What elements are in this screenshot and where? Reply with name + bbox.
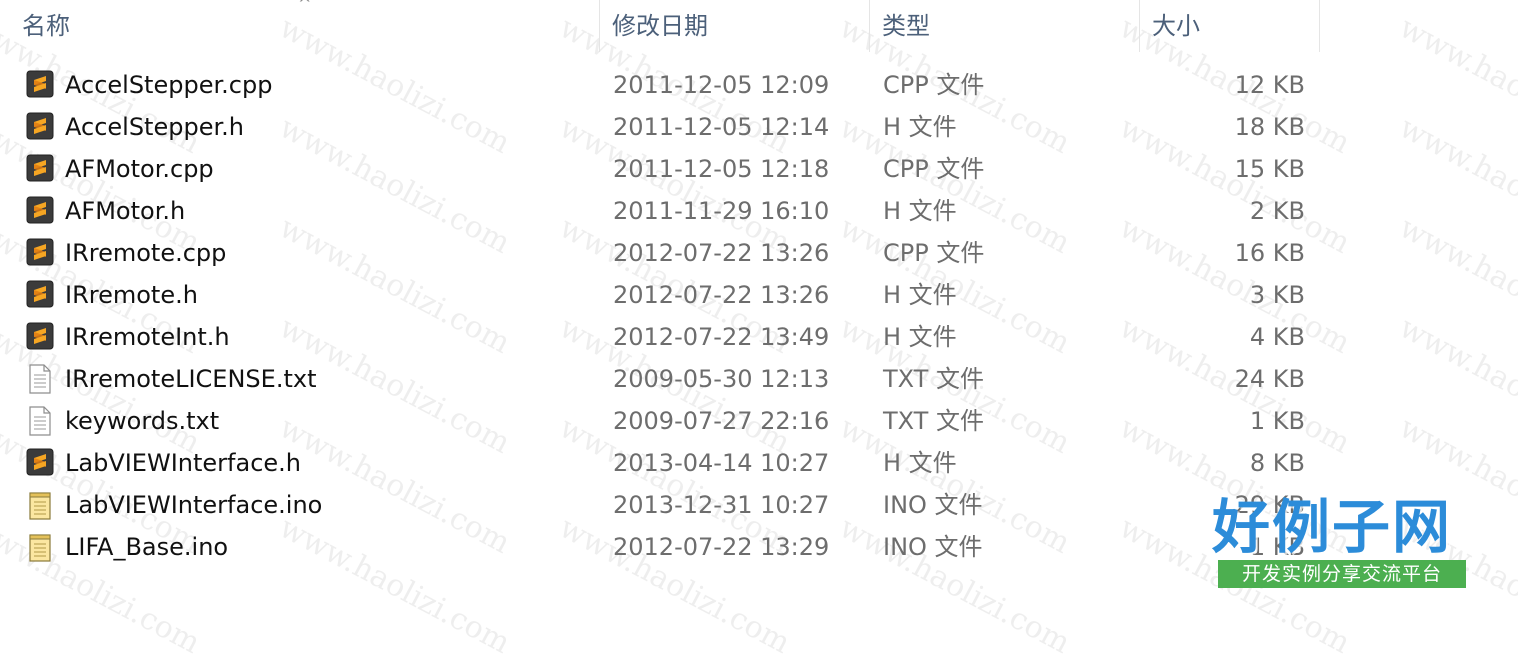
file-row[interactable]: AFMotor.cpp 2011-12-05 12:18 CPP 文件 15 KB — [0, 148, 1518, 190]
file-date-modified: 2013-12-31 10:27 — [613, 491, 830, 519]
text-file-icon — [26, 364, 56, 394]
notepad-icon — [26, 490, 56, 520]
file-size: 1 KB — [1249, 407, 1305, 435]
file-type: CPP 文件 — [883, 71, 985, 99]
file-type: H 文件 — [883, 323, 957, 351]
file-name: keywords.txt — [65, 407, 220, 435]
sublime-icon — [26, 280, 56, 310]
file-name: LabVIEWInterface.ino — [65, 491, 323, 519]
file-row[interactable]: keywords.txt 2009-07-27 22:16 TXT 文件 1 KB — [0, 400, 1518, 442]
file-size: 18 KB — [1234, 113, 1305, 141]
sublime-icon — [26, 70, 56, 100]
column-header-size[interactable]: 大小 — [1140, 0, 1320, 52]
file-type: CPP 文件 — [883, 239, 985, 267]
file-type: INO 文件 — [883, 491, 983, 519]
sublime-icon — [26, 196, 56, 226]
file-date-modified: 2012-07-22 13:26 — [613, 281, 830, 309]
file-name: IRremoteInt.h — [65, 323, 230, 351]
file-size: 2 KB — [1249, 197, 1305, 225]
file-size: 12 KB — [1234, 71, 1305, 99]
file-date-modified: 2009-05-30 12:13 — [613, 365, 830, 393]
file-name: IRremoteLICENSE.txt — [65, 365, 317, 393]
file-size: 16 KB — [1234, 239, 1305, 267]
sublime-icon — [26, 154, 56, 184]
file-date-modified: 2011-12-05 12:18 — [613, 155, 830, 183]
file-date-modified: 2012-07-22 13:29 — [613, 533, 830, 561]
file-row[interactable]: AccelStepper.cpp 2011-12-05 12:09 CPP 文件 12… — [0, 64, 1518, 106]
notepad-icon — [26, 532, 56, 562]
column-header-name[interactable]: 名称 — [10, 0, 600, 52]
column-header: ^ 名称 修改日期 类型 大小 — [0, 0, 1518, 52]
file-date-modified: 2011-11-29 16:10 — [613, 197, 830, 225]
file-date-modified: 2009-07-27 22:16 — [613, 407, 830, 435]
file-name: IRremote.h — [65, 281, 198, 309]
file-size: 3 KB — [1249, 281, 1305, 309]
file-type: H 文件 — [883, 197, 957, 225]
file-row[interactable]: IRremoteInt.h 2012-07-22 13:49 H 文件 4 KB — [0, 316, 1518, 358]
file-type: TXT 文件 — [883, 407, 984, 435]
file-name: AccelStepper.h — [65, 113, 244, 141]
text-file-icon — [26, 406, 56, 436]
file-row[interactable]: IRremote.cpp 2012-07-22 13:26 CPP 文件 16 KB — [0, 232, 1518, 274]
file-row[interactable]: IRremote.h 2012-07-22 13:26 H 文件 3 KB — [0, 274, 1518, 316]
file-size: 4 KB — [1249, 323, 1305, 351]
file-name: AFMotor.cpp — [65, 155, 214, 183]
file-date-modified: 2012-07-22 13:26 — [613, 239, 830, 267]
haolizi-logo: 好例子网 开发实例分享交流平台 — [1212, 494, 1468, 594]
file-type: TXT 文件 — [883, 365, 984, 393]
file-row[interactable]: AccelStepper.h 2011-12-05 12:14 H 文件 18 KB — [0, 106, 1518, 148]
file-date-modified: 2013-04-14 10:27 — [613, 449, 830, 477]
logo-title: 好例子网 — [1212, 493, 1453, 561]
file-row[interactable]: AFMotor.h 2011-11-29 16:10 H 文件 2 KB — [0, 190, 1518, 232]
file-type: H 文件 — [883, 281, 957, 309]
file-name: IRremote.cpp — [65, 239, 227, 267]
file-date-modified: 2011-12-05 12:14 — [613, 113, 830, 141]
file-date-modified: 2011-12-05 12:09 — [613, 71, 830, 99]
column-header-date-modified[interactable]: 修改日期 — [600, 0, 870, 52]
file-size: 24 KB — [1234, 365, 1305, 393]
sublime-icon — [26, 238, 56, 268]
file-type: CPP 文件 — [883, 155, 985, 183]
file-row[interactable]: IRremoteLICENSE.txt 2009-05-30 12:13 TXT 文… — [0, 358, 1518, 400]
file-type: INO 文件 — [883, 533, 983, 561]
column-header-type[interactable]: 类型 — [870, 0, 1140, 52]
file-name: AFMotor.h — [65, 197, 186, 225]
file-date-modified: 2012-07-22 13:49 — [613, 323, 830, 351]
file-type: H 文件 — [883, 449, 957, 477]
file-size: 8 KB — [1249, 449, 1305, 477]
sublime-icon — [26, 322, 56, 352]
logo-tagline: 开发实例分享交流平台 — [1218, 560, 1466, 588]
file-size: 15 KB — [1234, 155, 1305, 183]
sublime-icon — [26, 448, 56, 478]
file-row[interactable]: LabVIEWInterface.h 2013-04-14 10:27 H 文件 8 … — [0, 442, 1518, 484]
file-type: H 文件 — [883, 113, 957, 141]
file-name: LIFA_Base.ino — [65, 533, 229, 561]
file-name: LabVIEWInterface.h — [65, 449, 301, 477]
sublime-icon — [26, 112, 56, 142]
file-name: AccelStepper.cpp — [65, 71, 273, 99]
